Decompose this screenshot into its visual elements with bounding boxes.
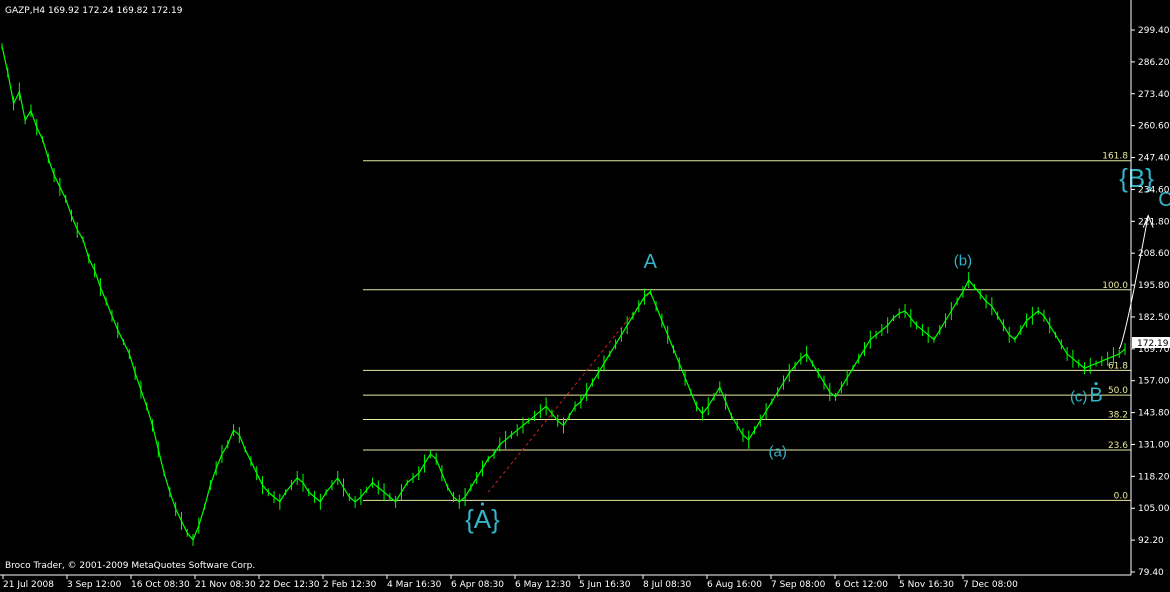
y-tick-label: 182.50 bbox=[1138, 313, 1170, 323]
x-tick-label: 6 May 12:30 bbox=[515, 580, 571, 590]
fib-label: 61.8 bbox=[1108, 361, 1128, 371]
current-price-marker: 172.19 bbox=[1132, 337, 1170, 349]
x-tick-label: 6 Aug 16:00 bbox=[707, 580, 762, 590]
y-tick-label: 105.00 bbox=[1138, 504, 1170, 514]
y-tick-label: 208.60 bbox=[1138, 249, 1170, 259]
wave-dot bbox=[1094, 382, 1098, 386]
fib-label: 50.0 bbox=[1108, 386, 1128, 396]
wave-label: (a) bbox=[769, 443, 787, 460]
wave-label: (b) bbox=[954, 253, 972, 270]
wave-label: B bbox=[1089, 385, 1102, 407]
wave-label: {A} bbox=[465, 504, 500, 534]
current-price-label: 172.19 bbox=[1137, 339, 1169, 349]
y-tick-label: 157.00 bbox=[1138, 377, 1170, 387]
y-tick-label: 234.60 bbox=[1138, 185, 1170, 195]
price-chart[interactable]: 161.8 100.0 61.8 50.0 38.2 23.6 0.0 {A} A (a) (b)… bbox=[0, 0, 1170, 592]
x-tick-label: 2 Feb 12:30 bbox=[323, 580, 377, 590]
fib-label: 38.2 bbox=[1108, 411, 1128, 421]
wave-dot bbox=[480, 502, 485, 506]
y-tick-label: 260.60 bbox=[1138, 122, 1170, 132]
x-tick-label: 16 Oct 08:30 bbox=[131, 580, 190, 590]
x-tick-label: 21 Nov 08:30 bbox=[195, 580, 256, 590]
symbol-info: GAZP,H4 169.92 172.24 169.82 172.19 bbox=[5, 6, 183, 16]
y-tick-label: 79.40 bbox=[1138, 568, 1164, 578]
x-tick-label: 5 Jun 16:30 bbox=[579, 580, 631, 590]
x-tick-label: 6 Oct 12:00 bbox=[835, 580, 888, 590]
y-tick-label: 118.20 bbox=[1138, 472, 1170, 482]
x-tick-label: 7 Sep 08:00 bbox=[771, 580, 826, 590]
y-tick-label: 286.20 bbox=[1138, 58, 1170, 68]
x-tick-label: 5 Nov 16:30 bbox=[899, 580, 954, 590]
fib-label: 23.6 bbox=[1108, 441, 1128, 451]
copyright-text: Broco Trader, © 2001-2009 MetaQuotes Sof… bbox=[5, 561, 255, 571]
x-tick-label: 3 Sep 12:00 bbox=[67, 580, 122, 590]
y-tick-label: 273.40 bbox=[1138, 90, 1170, 100]
chart-container[interactable]: 161.8 100.0 61.8 50.0 38.2 23.6 0.0 {A} A (a) (b)… bbox=[0, 0, 1170, 592]
x-tick-label: 8 Jul 08:30 bbox=[643, 580, 692, 590]
x-tick-label: 4 Mar 16:30 bbox=[387, 580, 442, 590]
x-tick-label: 22 Dec 12:30 bbox=[259, 580, 320, 590]
y-tick-label: 131.00 bbox=[1138, 440, 1170, 450]
x-tick-label: 7 Dec 08:00 bbox=[963, 580, 1018, 590]
wave-label: (c) bbox=[1070, 389, 1088, 406]
y-tick-label: 92.20 bbox=[1138, 536, 1164, 546]
wave-label: A bbox=[644, 251, 658, 273]
fib-label: 161.8 bbox=[1102, 152, 1128, 162]
fib-label: 0.0 bbox=[1114, 491, 1129, 501]
y-tick-label: 247.40 bbox=[1138, 154, 1170, 164]
fib-label: 100.0 bbox=[1102, 281, 1128, 291]
x-tick-label: 6 Apr 08:30 bbox=[451, 580, 504, 590]
y-tick-label: 195.80 bbox=[1138, 281, 1170, 291]
x-tick-label: 21 Jul 2008 bbox=[3, 580, 54, 590]
y-tick-label: 221.80 bbox=[1138, 217, 1170, 227]
y-tick-label: 299.40 bbox=[1138, 26, 1170, 36]
y-tick-label: 143.80 bbox=[1138, 409, 1170, 419]
